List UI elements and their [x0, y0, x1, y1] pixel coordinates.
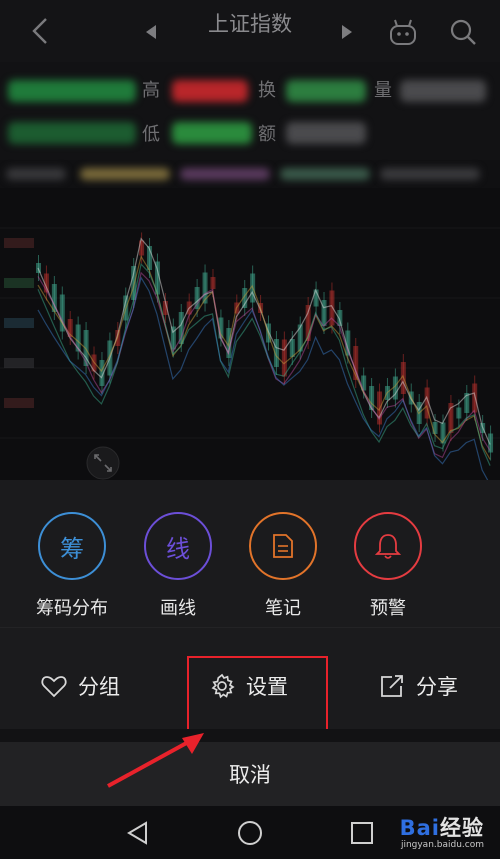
share-icon [381, 675, 403, 697]
ma-legend-band [0, 160, 500, 188]
annotation-arrow-icon [107, 733, 204, 788]
baidu-watermark: Bai经验 jingyan.baidu.com [400, 812, 484, 850]
blurred-value [180, 168, 270, 180]
kline-svg [0, 227, 500, 480]
draw-line-icon[interactable]: 线 [144, 512, 212, 580]
candlestick-chart [0, 188, 500, 480]
tool-alert[interactable]: 预警 [336, 512, 440, 620]
watermark-site: jingyan.baidu.com [400, 840, 484, 850]
blurred-value [80, 168, 170, 180]
settings-highlight-box [187, 656, 328, 737]
amount-label: 额 [258, 124, 276, 145]
action-sheet: 筹 筹码分布 线 画线 笔记 预警 分组 设置 分享 取消 [0, 480, 500, 806]
nav-home-icon[interactable] [236, 819, 264, 847]
cancel-button[interactable]: 取消 [0, 742, 500, 806]
blurred-value [8, 122, 136, 144]
tool-chip-distribution[interactable]: 筹 筹码分布 [20, 512, 124, 620]
high-label: 高 [142, 80, 160, 101]
chip-distribution-icon[interactable]: 筹 [38, 512, 106, 580]
sheet-separator [0, 729, 500, 742]
blurred-value [172, 80, 248, 102]
blurred-value [286, 80, 366, 102]
tool-label: 笔记 [265, 598, 301, 619]
blurred-value [280, 168, 370, 180]
rate-label: 换 [258, 80, 276, 101]
note-doc-icon [273, 534, 293, 558]
group-label: 分组 [78, 675, 120, 699]
next-index-icon[interactable] [342, 25, 352, 39]
top-bar: 上证指数 [0, 0, 500, 62]
prev-index-icon[interactable] [146, 25, 156, 39]
alert-bell-icon[interactable] [354, 512, 422, 580]
tool-draw-line[interactable]: 线 画线 [126, 512, 230, 620]
group-button[interactable]: 分组 [40, 664, 120, 708]
notes-icon[interactable] [249, 512, 317, 580]
tool-label: 预警 [370, 598, 406, 619]
tool-label: 筹码分布 [36, 598, 108, 619]
volume-label: 量 [374, 80, 392, 101]
bell-icon [375, 534, 401, 559]
blurred-value [8, 80, 136, 102]
system-nav-bar: Bai经验 jingyan.baidu.com [0, 806, 500, 859]
page-title: 上证指数 [208, 12, 292, 36]
watermark-brand-b: 经验 [440, 816, 484, 840]
blurred-value [6, 168, 66, 180]
tool-notes[interactable]: 笔记 [231, 512, 335, 620]
watermark-brand: Bai经验 [400, 812, 484, 842]
low-label: 低 [142, 124, 160, 145]
share-label: 分享 [416, 675, 458, 699]
blurred-value [380, 168, 480, 180]
heart-icon [41, 676, 67, 698]
expand-icon[interactable] [86, 446, 120, 480]
tool-label: 画线 [160, 598, 196, 619]
back-arrow-icon[interactable] [28, 16, 54, 46]
share-button[interactable]: 分享 [378, 664, 458, 708]
watermark-brand-a: Bai [399, 816, 440, 840]
search-icon[interactable] [448, 17, 478, 47]
nav-back-icon[interactable] [124, 819, 152, 847]
sheet-divider [0, 627, 500, 628]
blurred-value [172, 122, 252, 144]
robot-assistant-icon[interactable] [388, 18, 418, 46]
blurred-value [400, 80, 486, 102]
quote-stats: 高 换 量 低 额 [0, 62, 500, 160]
blurred-value [286, 122, 366, 144]
nav-recents-icon[interactable] [348, 819, 376, 847]
